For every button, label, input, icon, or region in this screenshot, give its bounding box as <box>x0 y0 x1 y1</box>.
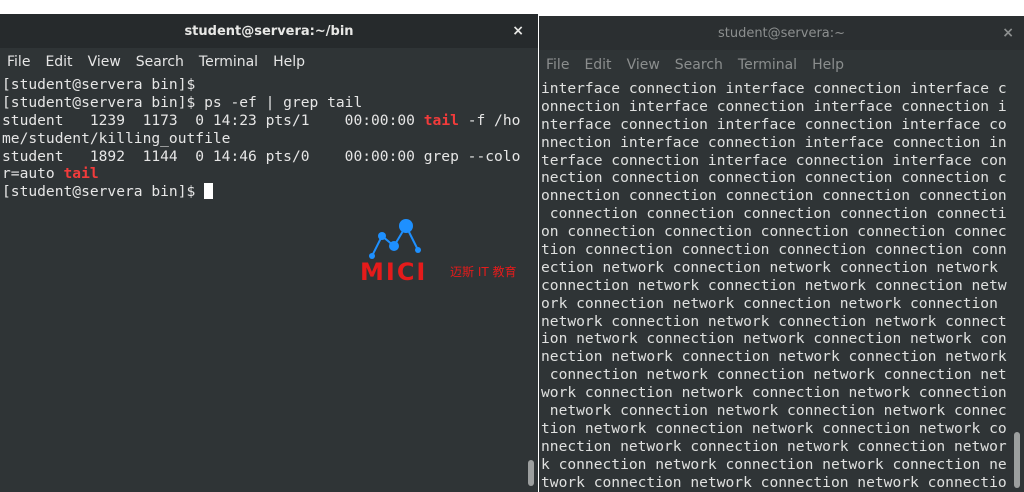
watermark-brand: MICI <box>360 258 428 286</box>
mici-network-icon <box>369 219 421 259</box>
terminal-line: me/student/killing_outfile <box>2 130 538 148</box>
terminal-line: twork connection network connection netw… <box>541 473 1007 491</box>
close-icon[interactable]: × <box>1002 16 1014 50</box>
terminal-line: nection network connection network conne… <box>541 348 1007 366</box>
terminal-text: me/student/killing_outfile <box>2 129 231 147</box>
menu-search[interactable]: Search <box>668 57 731 73</box>
terminal-text: [student@servera bin]$ <box>2 76 196 93</box>
terminal-text: student 1239 1173 0 14:23 pts/1 00:00:00 <box>2 111 424 129</box>
terminal-text: student 1892 1144 0 14:46 pts/0 00:00:00… <box>2 147 521 165</box>
menu-view[interactable]: View <box>620 57 668 73</box>
window-title: student@servera:~ <box>717 25 846 41</box>
terminal-output[interactable]: interface connection interface connectio… <box>539 80 1024 492</box>
terminal-line: network connection network connection ne… <box>541 402 1007 420</box>
terminal-line: nection connection connection connection… <box>541 169 1007 187</box>
menu-view[interactable]: View <box>81 54 129 70</box>
scrollbar-thumb[interactable] <box>1014 432 1020 488</box>
terminal-line: connection network connection network co… <box>541 276 1007 294</box>
menu-terminal[interactable]: Terminal <box>192 54 266 70</box>
terminal-line: [student@servera bin]$ <box>2 183 538 201</box>
title-bar[interactable]: student@servera:~/bin × <box>0 14 538 48</box>
terminal-line: k connection network connection network … <box>541 455 1007 473</box>
menu-help[interactable]: Help <box>266 54 313 70</box>
terminal-line: tion network connection network connecti… <box>541 419 1007 437</box>
terminal-text: [student@servera bin]$ ps -ef | grep tai… <box>2 93 363 111</box>
menu-edit[interactable]: Edit <box>38 54 80 70</box>
watermark-logo: MICI 迈斯 IT 教育 <box>360 216 538 286</box>
watermark-subtitle: 迈斯 IT 教育 <box>450 265 517 279</box>
terminal-line: r=auto tail <box>2 165 538 183</box>
menu-edit[interactable]: Edit <box>577 57 619 73</box>
terminal-text: [student@servera bin]$ <box>2 183 205 201</box>
title-bar[interactable]: student@servera:~ × <box>539 16 1024 50</box>
menu-file[interactable]: File <box>0 54 38 70</box>
terminal-line: tion connection connection connection co… <box>541 241 1007 259</box>
terminal-window-left[interactable]: student@servera:~/bin × File Edit View Sear… <box>0 14 538 492</box>
terminal-line: [student@servera bin]$ <box>2 76 538 94</box>
menu-file[interactable]: File <box>539 57 577 73</box>
terminal-line: interface connection interface connectio… <box>541 80 1007 97</box>
terminal-line: onnection connection connection connecti… <box>541 187 1007 205</box>
terminal-line: student 1239 1173 0 14:23 pts/1 00:00:00… <box>2 112 538 130</box>
terminal-text: -f /ho <box>458 111 521 129</box>
scrollbar-thumb[interactable] <box>528 460 534 486</box>
menu-help[interactable]: Help <box>805 57 852 73</box>
terminal-line: ion network connection network connectio… <box>541 330 1007 348</box>
terminal-line: nnection interface connection interface … <box>541 133 1007 151</box>
menu-bar: File Edit View Search Terminal Help <box>0 48 538 76</box>
terminal-line: nnection network connection network conn… <box>541 437 1007 455</box>
terminal-line: onnection interface connection interface… <box>541 97 1007 115</box>
close-icon[interactable]: × <box>512 14 524 48</box>
terminal-line: ection network connection network connec… <box>541 258 1007 276</box>
terminal-line: nterface connection interface connection… <box>541 115 1007 133</box>
grep-match: tail <box>423 111 459 129</box>
grep-match: tail <box>63 165 99 183</box>
text-cursor <box>204 183 214 200</box>
terminal-line: work connection network connection netwo… <box>541 384 1007 402</box>
terminal-text: r=auto <box>2 165 64 183</box>
terminal-line: [student@servera bin]$ ps -ef | grep tai… <box>2 94 538 112</box>
menu-terminal[interactable]: Terminal <box>731 57 805 73</box>
terminal-line: network connection network connection ne… <box>541 312 1007 330</box>
menu-search[interactable]: Search <box>129 54 192 70</box>
terminal-line: terface connection interface connection … <box>541 151 1007 169</box>
terminal-window-right[interactable]: student@servera:~ × File Edit View Search Te… <box>539 16 1024 492</box>
terminal-line: ork connection network connection networ… <box>541 294 1007 312</box>
terminal-line: connection network connection network co… <box>541 366 1007 384</box>
terminal-line: connection connection connection connect… <box>541 205 1007 223</box>
terminal-line: on connection connection connection conn… <box>541 223 1007 241</box>
window-title: student@servera:~/bin <box>184 23 354 39</box>
terminal-line: student 1892 1144 0 14:46 pts/0 00:00:00… <box>2 148 538 166</box>
menu-bar: File Edit View Search Terminal Help <box>539 52 1024 78</box>
